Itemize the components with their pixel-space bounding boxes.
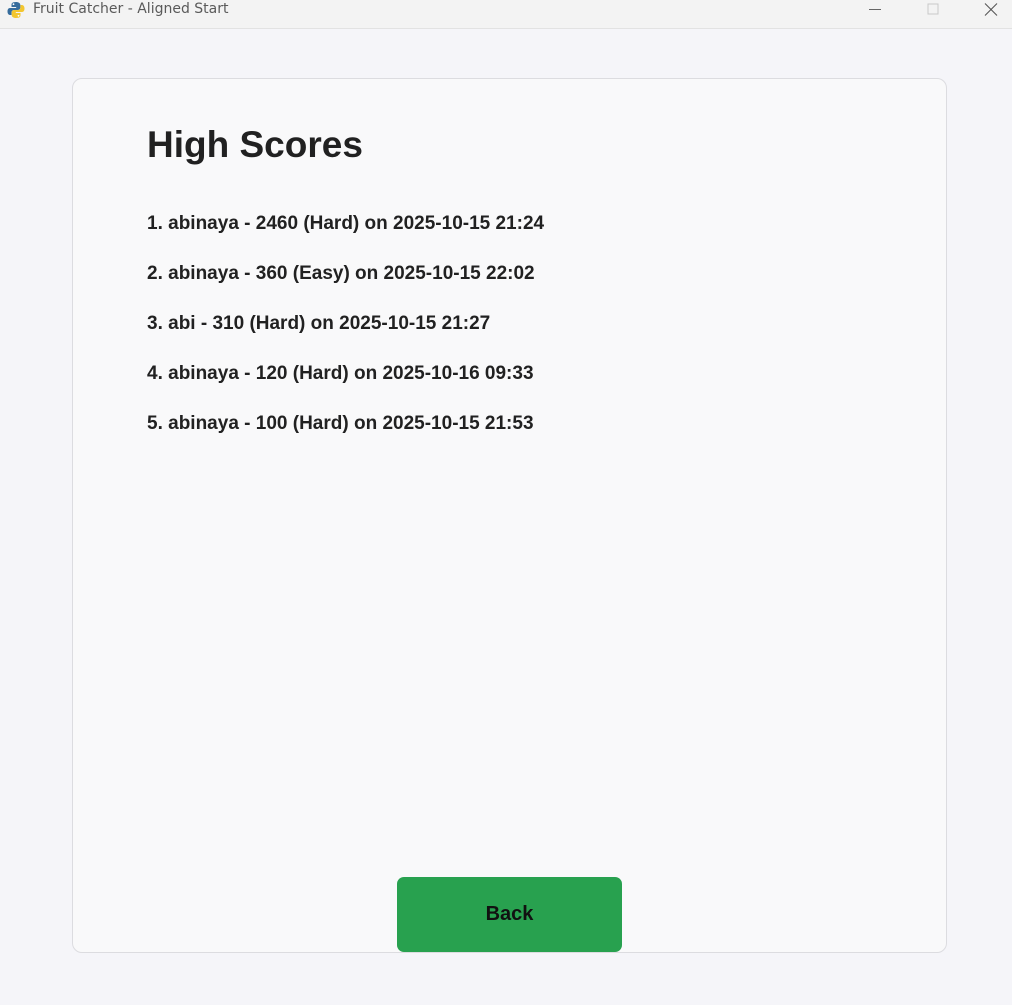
page-title: High Scores	[147, 124, 363, 165]
game-canvas: High Scores 1. abinaya - 2460 (Hard) on …	[0, 29, 1012, 1005]
maximize-button[interactable]	[910, 0, 956, 20]
minimize-icon	[869, 9, 881, 10]
high-score-list: 1. abinaya - 2460 (Hard) on 2025-10-15 2…	[147, 212, 544, 462]
high-scores-panel: High Scores 1. abinaya - 2460 (Hard) on …	[72, 78, 947, 953]
score-entry-3: 3. abi - 310 (Hard) on 2025-10-15 21:27	[147, 313, 491, 334]
score-entry-4: 4. abinaya - 120 (Hard) on 2025-10-16 09…	[147, 363, 534, 384]
score-entry-5: 5. abinaya - 100 (Hard) on 2025-10-15 21…	[147, 413, 534, 434]
close-icon	[984, 3, 998, 16]
minimize-button[interactable]	[852, 0, 898, 20]
maximize-icon	[927, 3, 939, 15]
back-button[interactable]: Back	[397, 877, 622, 952]
window-title: Fruit Catcher - Aligned Start	[33, 1, 229, 17]
window-titlebar[interactable]: Fruit Catcher - Aligned Start	[0, 0, 1012, 29]
python-snake-icon	[7, 1, 25, 19]
score-entry-2: 2. abinaya - 360 (Easy) on 2025-10-15 22…	[147, 263, 535, 284]
score-entry-1: 1. abinaya - 2460 (Hard) on 2025-10-15 2…	[147, 213, 545, 234]
close-button[interactable]	[968, 0, 1012, 20]
